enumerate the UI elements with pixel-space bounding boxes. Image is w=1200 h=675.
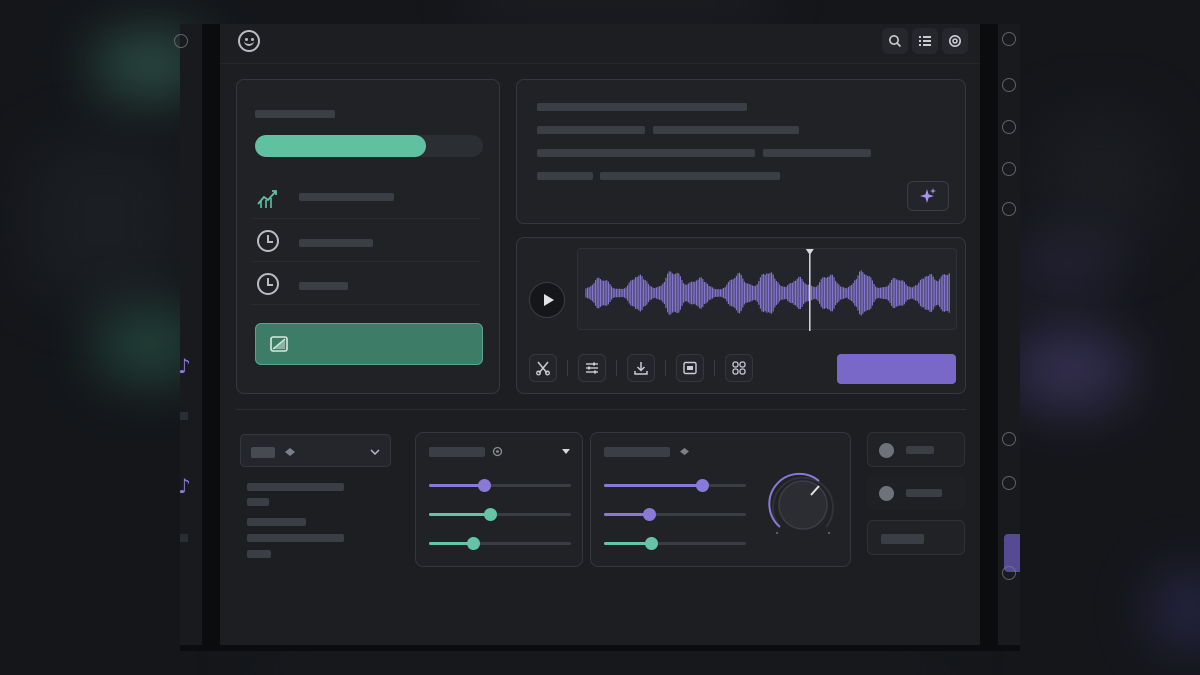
cut-button[interactable] — [529, 354, 557, 382]
chart-growth-icon — [257, 190, 277, 208]
apps-icon — [732, 361, 746, 375]
info-line — [247, 498, 269, 506]
list-item[interactable] — [251, 177, 481, 219]
download-button[interactable] — [627, 354, 655, 382]
chevron-down-icon — [370, 449, 380, 456]
radio-dot — [879, 443, 894, 458]
sparkle-icon — [920, 188, 936, 203]
image-icon — [683, 361, 697, 375]
scissors-icon — [536, 361, 550, 376]
progress-bar — [255, 135, 483, 157]
waveform — [585, 249, 950, 331]
radio-dot — [879, 486, 894, 501]
list-view-button[interactable] — [912, 28, 938, 54]
slider[interactable] — [429, 479, 571, 492]
slider[interactable] — [604, 508, 746, 521]
insert-image-button[interactable] — [676, 354, 704, 382]
settings-icon — [949, 35, 961, 47]
smiley-logo-icon — [238, 30, 260, 52]
audio-editor-card — [516, 237, 966, 394]
top-bar — [220, 24, 980, 64]
caret-down-icon[interactable] — [561, 448, 571, 455]
sliders-panel — [415, 432, 583, 567]
search-button[interactable] — [882, 28, 908, 54]
clock-icon — [257, 230, 279, 252]
toggle-option[interactable] — [867, 475, 965, 510]
download-icon — [634, 362, 648, 375]
slider[interactable] — [429, 537, 571, 550]
toggle-option[interactable] — [867, 432, 965, 467]
sliders-knob-panel — [590, 432, 851, 567]
info-line — [247, 518, 306, 526]
left-side-fragment: ♪ ♪ — [174, 24, 202, 648]
primary-action-button[interactable] — [255, 323, 483, 365]
list-icon — [919, 36, 931, 46]
playhead-handle[interactable] — [805, 249, 814, 255]
right-side-fragment — [998, 24, 1020, 648]
settings-icon — [492, 446, 503, 457]
waveform-area[interactable] — [577, 248, 957, 331]
diamond-icon — [680, 448, 689, 455]
card-title-placeholder — [255, 110, 335, 118]
progress-fill — [255, 135, 426, 157]
text-output-card — [516, 79, 966, 224]
audio-toolbar — [529, 354, 753, 382]
info-line — [247, 483, 344, 491]
info-line — [247, 550, 271, 558]
search-icon — [889, 35, 902, 48]
rotary-knob[interactable] — [767, 469, 839, 541]
slider[interactable] — [429, 508, 571, 521]
sliders-icon — [586, 362, 598, 374]
settings-button[interactable] — [942, 28, 968, 54]
adjust-button[interactable] — [578, 354, 606, 382]
preset-dropdown[interactable] — [240, 434, 391, 467]
progress-card — [236, 79, 500, 394]
slider[interactable] — [604, 479, 746, 492]
option-button[interactable] — [867, 520, 965, 555]
top-toolbar — [882, 28, 968, 54]
image-icon — [270, 336, 288, 352]
info-line — [247, 534, 344, 542]
list-item[interactable] — [251, 263, 481, 305]
play-icon — [543, 294, 554, 306]
play-button[interactable] — [529, 282, 565, 318]
more-apps-button[interactable] — [725, 354, 753, 382]
list-item[interactable] — [251, 220, 481, 262]
clock-icon — [257, 273, 279, 295]
section-divider — [236, 409, 966, 410]
ai-generate-button[interactable] — [907, 181, 949, 211]
export-button[interactable] — [837, 354, 956, 384]
slider[interactable] — [604, 537, 746, 550]
app-window — [220, 24, 980, 645]
diamond-icon — [285, 448, 295, 456]
